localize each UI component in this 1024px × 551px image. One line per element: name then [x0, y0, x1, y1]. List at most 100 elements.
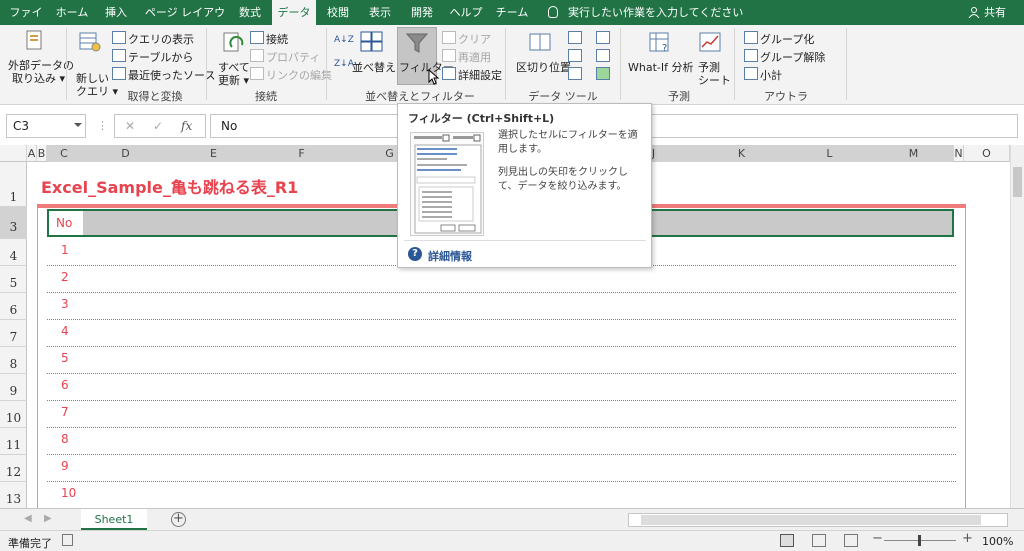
- add-sheet-icon[interactable]: +: [171, 512, 186, 527]
- row-header[interactable]: 6: [0, 293, 27, 320]
- header-cell-no[interactable]: No: [49, 211, 83, 235]
- table-row[interactable]: 4: [47, 320, 956, 347]
- column-header[interactable]: B: [37, 145, 47, 162]
- table-row[interactable]: 3: [47, 293, 956, 320]
- text-to-columns-button[interactable]: 区切り位置: [516, 59, 571, 75]
- get-external-data-label-2[interactable]: 取り込み ▾: [12, 70, 65, 86]
- row-header[interactable]: 12: [0, 455, 27, 482]
- table-row[interactable]: 6: [47, 374, 956, 401]
- table-icon: [112, 49, 126, 62]
- group-icon: [744, 31, 758, 44]
- zoom-slider-thumb[interactable]: [918, 535, 921, 546]
- new-query-icon: [79, 32, 101, 52]
- table-row[interactable]: 7: [47, 401, 956, 428]
- flash-fill-icon[interactable]: [568, 31, 582, 44]
- tab-developer[interactable]: 開発: [404, 0, 440, 25]
- sort-button[interactable]: 並べ替え: [352, 59, 396, 75]
- row-header[interactable]: 5: [0, 266, 27, 293]
- tab-review[interactable]: 校閲: [320, 0, 356, 25]
- zoom-level[interactable]: 100%: [982, 535, 1013, 548]
- relationships-icon[interactable]: [596, 49, 610, 62]
- enter-icon[interactable]: ✓: [153, 119, 163, 133]
- row-header[interactable]: 9: [0, 374, 27, 401]
- tab-file[interactable]: ファイル: [6, 0, 46, 44]
- column-header[interactable]: E: [170, 145, 258, 162]
- properties-button[interactable]: プロパティ: [266, 49, 320, 65]
- row-header[interactable]: 7: [0, 320, 27, 347]
- clear-button[interactable]: クリア: [458, 31, 491, 47]
- table-row[interactable]: 2: [47, 266, 956, 293]
- row-header[interactable]: 8: [0, 347, 27, 374]
- column-header[interactable]: C: [47, 145, 82, 162]
- column-header[interactable]: M: [874, 145, 954, 162]
- horizontal-scrollbar[interactable]: [628, 513, 1008, 527]
- reapply-button[interactable]: 再適用: [458, 49, 491, 65]
- remove-duplicates-icon[interactable]: [568, 49, 582, 62]
- advanced-button[interactable]: 詳細設定: [458, 67, 502, 83]
- table-row[interactable]: 10: [47, 482, 956, 508]
- tab-team[interactable]: チーム: [492, 0, 532, 25]
- sheet-tab-sheet1[interactable]: Sheet1: [81, 509, 147, 530]
- select-all-corner[interactable]: [0, 145, 27, 162]
- tab-formulas[interactable]: 数式: [232, 0, 268, 25]
- sort-z-a-button[interactable]: Z↓A: [334, 59, 354, 69]
- tab-data[interactable]: データ: [272, 0, 316, 25]
- zoom-out-icon[interactable]: −: [872, 531, 883, 546]
- refresh-all-label-2[interactable]: 更新 ▾: [218, 72, 249, 88]
- cancel-icon[interactable]: ✕: [125, 119, 135, 133]
- ungroup-button[interactable]: グループ解除: [760, 49, 825, 65]
- scroll-left-icon[interactable]: ◀: [24, 513, 32, 524]
- share-button[interactable]: 共有: [984, 0, 1006, 25]
- sort-a-z-button[interactable]: A↓Z: [334, 35, 354, 45]
- row-header[interactable]: 3: [0, 207, 27, 239]
- what-if-button[interactable]: What-If 分析: [628, 59, 693, 75]
- column-header[interactable]: D: [82, 145, 170, 162]
- from-table-button[interactable]: テーブルから: [128, 49, 193, 65]
- consolidate-icon[interactable]: [596, 31, 610, 44]
- tell-me-more-link[interactable]: 詳細情報: [428, 248, 472, 264]
- macro-record-icon[interactable]: [62, 534, 73, 546]
- table-row[interactable]: 9: [47, 455, 956, 482]
- tell-me-search[interactable]: 実行したい作業を入力してください: [568, 0, 743, 25]
- row-header[interactable]: 11: [0, 428, 27, 455]
- data-model-icon[interactable]: [596, 67, 610, 80]
- row-header[interactable]: 4: [0, 239, 27, 266]
- scroll-right-icon[interactable]: ▶: [44, 513, 52, 524]
- column-header[interactable]: A: [27, 145, 37, 162]
- table-row[interactable]: 8: [47, 428, 956, 455]
- vertical-scrollbar[interactable]: [1010, 145, 1024, 508]
- group-button[interactable]: グループ化: [760, 31, 814, 47]
- normal-view-icon[interactable]: [780, 534, 794, 547]
- help-icon[interactable]: ?: [408, 247, 422, 261]
- page-layout-view-icon[interactable]: [812, 534, 826, 547]
- tab-view[interactable]: 表示: [362, 0, 398, 25]
- sheet-tabs-bar: ◀ ▶ Sheet1 +: [0, 508, 1024, 530]
- row-header[interactable]: 13: [0, 482, 27, 509]
- row-header[interactable]: 1: [0, 162, 27, 207]
- column-header[interactable]: F: [258, 145, 346, 162]
- zoom-in-icon[interactable]: +: [962, 531, 973, 546]
- mouse-cursor-icon: [428, 69, 440, 85]
- edit-links-button[interactable]: リンクの編集: [266, 67, 332, 83]
- subtotal-button[interactable]: 小計: [760, 67, 782, 83]
- tab-insert[interactable]: 挿入: [98, 0, 134, 25]
- show-queries-button[interactable]: クエリの表示: [128, 31, 194, 47]
- row-header[interactable]: 10: [0, 401, 27, 428]
- column-header[interactable]: L: [786, 145, 874, 162]
- tab-home[interactable]: ホーム: [52, 0, 92, 25]
- page-break-view-icon[interactable]: [844, 534, 858, 547]
- table-row[interactable]: 5: [47, 347, 956, 374]
- data-validation-icon[interactable]: [568, 67, 582, 80]
- forecast-sheet-label-2[interactable]: シート: [698, 72, 731, 88]
- column-header[interactable]: O: [964, 145, 1010, 162]
- scroll-thumb[interactable]: [641, 515, 981, 525]
- insert-function-icon[interactable]: fx: [181, 119, 192, 133]
- chevron-down-icon[interactable]: [74, 123, 82, 127]
- connections-button[interactable]: 接続: [266, 31, 288, 47]
- column-header[interactable]: K: [698, 145, 786, 162]
- column-header[interactable]: N: [954, 145, 964, 162]
- tab-page-layout[interactable]: ページ レイアウト: [140, 0, 230, 44]
- scroll-thumb[interactable]: [1013, 167, 1022, 197]
- recent-sources-button[interactable]: 最近使ったソース: [128, 67, 215, 83]
- tab-help[interactable]: ヘルプ: [446, 0, 486, 25]
